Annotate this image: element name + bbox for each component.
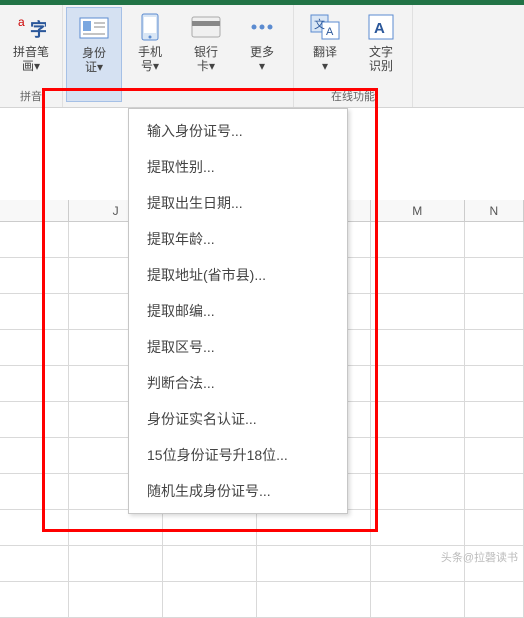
svg-text:a: a xyxy=(18,15,25,29)
cell[interactable] xyxy=(163,582,257,617)
watermark-text: 头条@拉磬读书 xyxy=(441,549,518,565)
button-label: 身份 证▾ xyxy=(82,46,106,74)
cell[interactable] xyxy=(0,366,69,401)
column-header[interactable]: M xyxy=(371,200,465,221)
cell[interactable] xyxy=(69,582,163,617)
cell[interactable] xyxy=(371,582,465,617)
cell[interactable] xyxy=(257,582,371,617)
dropdown-item[interactable]: 提取区号... xyxy=(129,329,347,365)
cell[interactable] xyxy=(163,510,257,545)
phone-icon xyxy=(134,11,166,43)
cell[interactable] xyxy=(465,438,524,473)
cell[interactable] xyxy=(257,546,371,581)
cell[interactable] xyxy=(371,294,465,329)
table-row xyxy=(0,510,524,546)
dropdown-item[interactable]: 身份证实名认证... xyxy=(129,401,347,437)
cell[interactable] xyxy=(465,474,524,509)
cell[interactable] xyxy=(0,582,69,617)
pinyin-icon: a字 xyxy=(15,11,47,43)
translate-icon: 文A xyxy=(309,11,341,43)
ribbon-toolbar: a字 拼音笔 画▾ 拼音 身份 证▾ 手机 号▾ xyxy=(0,5,524,108)
id-card-dropdown-menu: 输入身份证号...提取性别...提取出生日期...提取年龄...提取地址(省市县… xyxy=(128,108,348,514)
dropdown-item[interactable]: 输入身份证号... xyxy=(129,113,347,149)
cell[interactable] xyxy=(371,474,465,509)
cell[interactable] xyxy=(163,546,257,581)
cell[interactable] xyxy=(371,438,465,473)
bank-card-icon xyxy=(190,11,222,43)
cell[interactable] xyxy=(371,222,465,257)
cell[interactable] xyxy=(0,294,69,329)
button-label: 拼音笔 画▾ xyxy=(13,45,49,73)
dropdown-item[interactable]: 提取邮编... xyxy=(129,293,347,329)
button-label: 更多 ▾ xyxy=(250,45,274,73)
dropdown-item[interactable]: 随机生成身份证号... xyxy=(129,473,347,509)
group-title xyxy=(66,102,290,107)
cell[interactable] xyxy=(0,258,69,293)
bank-card-button[interactable]: 银行 卡▾ xyxy=(178,7,234,102)
more-button[interactable]: 更多 ▾ xyxy=(234,7,290,102)
cell[interactable] xyxy=(0,402,69,437)
ribbon-group-pinyin: a字 拼音笔 画▾ 拼音 xyxy=(0,5,63,107)
cell[interactable] xyxy=(371,330,465,365)
group-title: 在线功能 xyxy=(297,86,409,107)
cell[interactable] xyxy=(371,366,465,401)
cell[interactable] xyxy=(371,510,465,545)
cell[interactable] xyxy=(371,402,465,437)
cell[interactable] xyxy=(69,546,163,581)
cell[interactable] xyxy=(465,402,524,437)
cell[interactable] xyxy=(465,510,524,545)
cell[interactable] xyxy=(465,222,524,257)
dropdown-item[interactable]: 提取出生日期... xyxy=(129,185,347,221)
cell[interactable] xyxy=(0,546,69,581)
button-label: 文字 识别 xyxy=(369,45,393,73)
cell[interactable] xyxy=(465,330,524,365)
cell[interactable] xyxy=(0,222,69,257)
cell[interactable] xyxy=(465,366,524,401)
button-label: 银行 卡▾ xyxy=(194,45,218,73)
cell[interactable] xyxy=(69,510,163,545)
dropdown-item[interactable]: 提取年龄... xyxy=(129,221,347,257)
dropdown-item[interactable]: 提取性别... xyxy=(129,149,347,185)
table-row xyxy=(0,582,524,618)
cell[interactable] xyxy=(371,258,465,293)
cell[interactable] xyxy=(465,582,524,617)
dropdown-item[interactable]: 提取地址(省市县)... xyxy=(129,257,347,293)
column-header[interactable]: N xyxy=(465,200,524,221)
group-title: 拼音 xyxy=(3,86,59,107)
cell[interactable] xyxy=(465,294,524,329)
button-label: 翻译 ▾ xyxy=(313,45,337,73)
ribbon-group-online: 文A 翻译 ▾ A 文字 识别 在线功能 xyxy=(294,5,413,107)
ocr-button[interactable]: A 文字 识别 xyxy=(353,7,409,86)
ribbon-group-id: 身份 证▾ 手机 号▾ 银行 卡▾ 更多 ▾ xyxy=(63,5,294,107)
dropdown-item[interactable]: 判断合法... xyxy=(129,365,347,401)
ocr-icon: A xyxy=(365,11,397,43)
svg-text:A: A xyxy=(326,26,334,38)
column-header[interactable] xyxy=(0,200,69,221)
svg-text:字: 字 xyxy=(30,19,46,40)
svg-text:文: 文 xyxy=(314,17,325,31)
svg-text:A: A xyxy=(374,20,385,37)
cell[interactable] xyxy=(0,438,69,473)
id-card-button[interactable]: 身份 证▾ xyxy=(66,7,122,102)
button-label: 手机 号▾ xyxy=(138,45,162,73)
phone-button[interactable]: 手机 号▾ xyxy=(122,7,178,102)
cell[interactable] xyxy=(0,330,69,365)
cell[interactable] xyxy=(257,510,371,545)
cell[interactable] xyxy=(465,258,524,293)
cell[interactable] xyxy=(0,510,69,545)
id-card-icon xyxy=(78,12,110,44)
translate-button[interactable]: 文A 翻译 ▾ xyxy=(297,7,353,86)
cell[interactable] xyxy=(0,474,69,509)
more-icon xyxy=(246,11,278,43)
pinyin-button[interactable]: a字 拼音笔 画▾ xyxy=(3,7,59,86)
dropdown-item[interactable]: 15位身份证号升18位... xyxy=(129,437,347,473)
